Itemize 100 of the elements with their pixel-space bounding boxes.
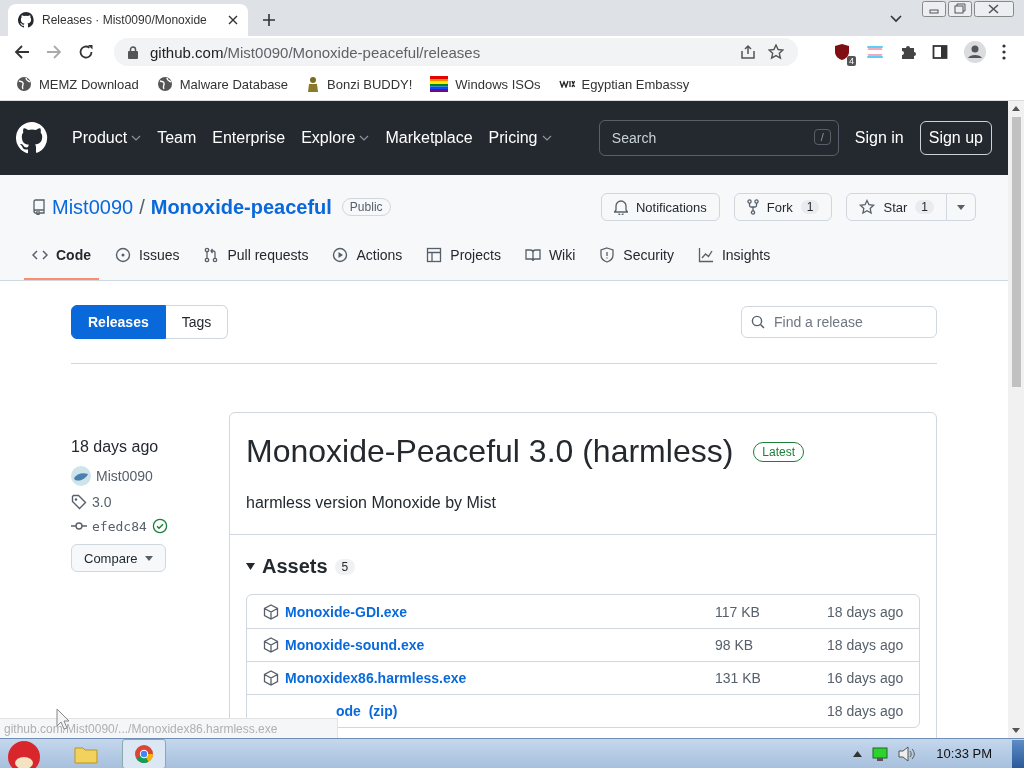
- close-icon[interactable]: [974, 1, 1014, 17]
- star-icon[interactable]: [768, 44, 784, 60]
- show-desktop-button[interactable]: [1012, 739, 1024, 768]
- url-text: github.com/Mist0090/Monoxide-peaceful/releases: [150, 43, 481, 61]
- commit-link[interactable]: efedc84: [92, 518, 147, 534]
- find-release-field[interactable]: Find a release: [741, 306, 937, 338]
- scroll-up-icon[interactable]: [1012, 106, 1020, 111]
- side-panel-icon[interactable]: [932, 44, 948, 60]
- github-logo-icon[interactable]: [16, 122, 48, 154]
- rainbow-flag-icon: [430, 76, 449, 92]
- minimize-icon[interactable]: [922, 1, 946, 17]
- notifications-button[interactable]: Notifications: [600, 193, 720, 221]
- github-logo-icon: [18, 12, 34, 28]
- package-icon: [263, 637, 279, 653]
- graph-icon: [697, 247, 714, 263]
- globe-icon: [16, 76, 32, 92]
- release-description: harmless version Monoxide by Mist: [246, 494, 497, 512]
- star-button[interactable]: Star 1: [846, 193, 947, 221]
- asset-size: 117 KB: [715, 603, 761, 620]
- pull-request-icon: [203, 247, 220, 263]
- search-icon: [751, 315, 765, 329]
- asset-date: 18 days ago: [827, 603, 903, 620]
- subnav-tab[interactable]: Releases: [71, 305, 166, 339]
- lock-icon: [128, 45, 138, 59]
- star-dropdown-button[interactable]: [947, 193, 976, 221]
- assets-toggle[interactable]: Assets 5: [246, 555, 920, 578]
- tray-expand-icon[interactable]: [853, 750, 863, 757]
- sign-up-button[interactable]: Sign up: [919, 121, 992, 155]
- volume-icon[interactable]: [898, 745, 917, 762]
- bell-icon: [613, 199, 628, 215]
- repository-link[interactable]: Monoxide-peaceful: [150, 195, 332, 219]
- nav-link[interactable]: Team: [157, 129, 197, 147]
- subnav-tab[interactable]: Tags: [165, 305, 229, 339]
- fork-button[interactable]: Fork 1: [733, 193, 833, 221]
- repository-tab[interactable]: Actions: [324, 247, 411, 280]
- site-icon: [558, 80, 575, 88]
- asset-size: 131 KB: [715, 670, 762, 686]
- repository-tab[interactable]: Pull requests: [195, 247, 317, 280]
- profile-icon[interactable]: [964, 41, 986, 63]
- release-date: 18 days ago: [71, 438, 159, 456]
- book-icon: [524, 247, 541, 263]
- nav-link[interactable]: Marketplace: [385, 129, 473, 147]
- shield-extension-icon[interactable]: [834, 43, 850, 61]
- repository-tab[interactable]: Code: [24, 247, 99, 280]
- caret-icon: [246, 563, 255, 570]
- bookmark[interactable]: MEMZ Download: [16, 76, 139, 92]
- fork-icon: [746, 199, 759, 215]
- nav-link[interactable]: Enterprise: [212, 129, 286, 147]
- nav-link[interactable]: Explore: [301, 129, 370, 147]
- chevron-down-icon[interactable]: [890, 15, 902, 23]
- star-icon: [859, 199, 876, 215]
- new-tab-icon[interactable]: [262, 13, 276, 27]
- repository-icon: [32, 199, 46, 215]
- asset-link[interactable]: Monoxidex86.harmless.exe: [285, 670, 709, 686]
- clock[interactable]: 10:33 PM: [936, 746, 992, 761]
- browser-icon: [134, 743, 154, 764]
- package-icon: [263, 670, 279, 686]
- share-icon[interactable]: [740, 44, 756, 60]
- compare-button[interactable]: Compare: [71, 544, 167, 572]
- scrollbar[interactable]: [1008, 101, 1024, 738]
- back-icon[interactable]: [14, 44, 30, 60]
- release-title[interactable]: Monoxide-Peaceful 3.0 (harmless): [246, 433, 734, 470]
- repository-tab[interactable]: Insights: [689, 247, 779, 280]
- owner-link[interactable]: Mist0090: [52, 195, 134, 219]
- bookmark[interactable]: Windows ISOs: [430, 76, 541, 92]
- chevron-down-icon: [131, 135, 142, 141]
- tag-link[interactable]: 3.0: [92, 494, 112, 510]
- repository-tab[interactable]: Wiki: [516, 247, 584, 280]
- globe-icon: [156, 76, 173, 92]
- scroll-down-icon[interactable]: [1012, 728, 1020, 733]
- sign-in-link[interactable]: Sign in: [854, 129, 904, 147]
- avatar: [71, 466, 91, 486]
- taskbar-app-button[interactable]: [122, 738, 166, 768]
- close-icon[interactable]: [228, 15, 238, 25]
- asset-size: 98 KB: [715, 637, 755, 653]
- reload-icon[interactable]: [78, 44, 94, 60]
- restore-icon[interactable]: [948, 1, 972, 17]
- asset-link[interactable]: Monoxide-GDI.exe: [285, 603, 709, 620]
- author-link[interactable]: Mist0090: [96, 468, 153, 484]
- address-bar[interactable]: github.com/Mist0090/Monoxide-peaceful/releases: [114, 38, 798, 66]
- chevron-down-icon: [541, 135, 552, 141]
- menu-icon[interactable]: [1002, 44, 1006, 60]
- asset-date: 18 days ago: [827, 637, 903, 653]
- puzzle-icon[interactable]: [900, 44, 916, 60]
- bookmark[interactable]: Egyptian Embassy: [558, 76, 690, 92]
- bookmark[interactable]: Bonzi BUDDY!: [306, 76, 413, 92]
- issue-icon: [115, 247, 131, 263]
- repository-tab[interactable]: Projects: [418, 247, 509, 280]
- nav-link[interactable]: Product: [72, 129, 142, 147]
- caret-icon: [957, 204, 965, 210]
- network-icon[interactable]: [872, 746, 889, 761]
- repository-tab[interactable]: Security: [591, 247, 682, 280]
- nav-link[interactable]: Pricing: [488, 129, 552, 147]
- repository-tab[interactable]: Issues: [107, 247, 188, 280]
- asset-link[interactable]: Monoxide-sound.exe: [285, 637, 709, 653]
- asset-link[interactable]: ode (zip): [263, 703, 709, 719]
- bookmark[interactable]: Malware Database: [156, 76, 289, 92]
- scrollbar-thumb[interactable]: [1011, 117, 1021, 387]
- browser-tab[interactable]: Releases · Mist0090/Monoxide: [8, 4, 248, 36]
- commit-icon: [71, 520, 87, 532]
